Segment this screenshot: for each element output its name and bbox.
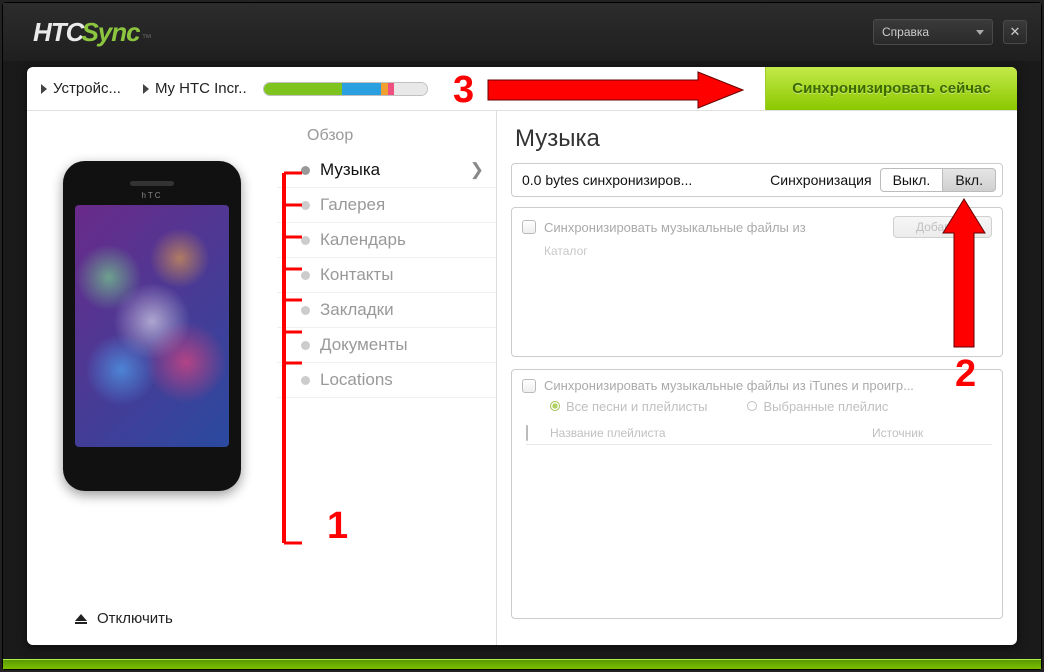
storage-bar bbox=[263, 82, 428, 96]
close-button[interactable]: ✕ bbox=[1003, 20, 1027, 44]
chevron-right-icon bbox=[41, 84, 47, 94]
nav-item-закладки[interactable]: Закладки bbox=[277, 293, 496, 328]
bullet-icon bbox=[301, 376, 310, 385]
radio-icon bbox=[550, 401, 560, 411]
eject-icon bbox=[75, 614, 87, 624]
sync-label: Синхронизация bbox=[770, 172, 871, 188]
disconnect-button[interactable]: Отключить bbox=[75, 594, 173, 645]
breadcrumb-item-2[interactable]: My HTC Incr.. bbox=[129, 80, 255, 97]
sync-toggle-off[interactable]: Выкл. bbox=[880, 168, 944, 192]
add-button[interactable]: Добавить bbox=[893, 216, 992, 238]
bullet-icon bbox=[301, 236, 310, 245]
breadcrumb: Устройс... My HTC Incr.. bbox=[27, 67, 255, 110]
nav-item-label: Контакты bbox=[320, 265, 393, 285]
nav-item-контакты[interactable]: Контакты bbox=[277, 258, 496, 293]
nav-item-label: Календарь bbox=[320, 230, 406, 250]
storage-segment bbox=[394, 83, 427, 95]
status-text: 0.0 bytes синхронизиров... bbox=[522, 172, 762, 188]
help-label: Справка bbox=[882, 25, 929, 39]
bullet-icon bbox=[301, 341, 310, 350]
sync-toggle-on[interactable]: Вкл. bbox=[943, 168, 996, 192]
content-panel: Музыка 0.0 bytes синхронизиров... Синхро… bbox=[497, 111, 1017, 645]
nav-item-locations[interactable]: Locations bbox=[277, 363, 496, 398]
help-menu[interactable]: Справка bbox=[873, 19, 993, 45]
catalog-label: Каталог bbox=[544, 244, 992, 258]
nav-item-label: Закладки bbox=[320, 300, 394, 320]
close-icon: ✕ bbox=[1010, 24, 1021, 40]
nav-item-календарь[interactable]: Календарь bbox=[277, 223, 496, 258]
radio-selected-playlists[interactable]: Выбранные плейлис bbox=[747, 399, 888, 414]
nav-item-документы[interactable]: Документы bbox=[277, 328, 496, 363]
overview-label[interactable]: Обзор bbox=[277, 119, 496, 153]
sync-itunes-checkbox[interactable] bbox=[522, 379, 536, 393]
sync-now-button[interactable]: Синхронизировать сейчас bbox=[765, 67, 1017, 110]
left-panel: hTC Обзор Музыка ❯ Галерея Календарь Контакт… bbox=[27, 111, 497, 645]
radio-all-songs[interactable]: Все песни и плейлисты bbox=[550, 399, 707, 414]
radio-icon bbox=[747, 401, 757, 411]
phone-image: hTC bbox=[63, 161, 241, 491]
bullet-icon bbox=[301, 271, 310, 280]
content-title: Музыка bbox=[511, 121, 1003, 163]
brand-htc: HTC bbox=[33, 17, 83, 48]
bullet-icon bbox=[301, 306, 310, 315]
breadcrumb-item-1[interactable]: Устройс... bbox=[27, 80, 129, 97]
top-bar: Устройс... My HTC Incr.. Синхронизироват… bbox=[27, 67, 1017, 111]
col-playlist-name: Название плейлиста bbox=[550, 426, 872, 440]
nav-item-label: Музыка bbox=[320, 160, 380, 180]
bullet-icon bbox=[301, 201, 310, 210]
status-row: 0.0 bytes синхронизиров... Синхронизация… bbox=[511, 163, 1003, 197]
nav-item-label: Locations bbox=[320, 370, 393, 390]
sync-files-checkbox[interactable] bbox=[522, 220, 536, 234]
select-all-checkbox[interactable] bbox=[526, 425, 528, 441]
main-window: Устройс... My HTC Incr.. Синхронизироват… bbox=[27, 67, 1017, 645]
brand-logo: HTC Sync ™ bbox=[33, 17, 152, 48]
brand-sync: Sync bbox=[81, 17, 139, 48]
sync-files-section: Синхронизировать музыкальные файлы из До… bbox=[511, 207, 1003, 357]
chevron-down-icon bbox=[976, 30, 984, 35]
nav-list: Обзор Музыка ❯ Галерея Календарь Контакты Зак… bbox=[277, 111, 496, 594]
playlist-table-body bbox=[522, 445, 992, 605]
device-preview: hTC bbox=[27, 111, 277, 594]
chevron-right-icon: ❯ bbox=[470, 160, 484, 180]
nav-item-галерея[interactable]: Галерея bbox=[277, 188, 496, 223]
storage-segment bbox=[342, 83, 381, 95]
chevron-right-icon bbox=[143, 84, 149, 94]
title-bar: HTC Sync ™ Справка ✕ bbox=[3, 3, 1041, 61]
brand-tm: ™ bbox=[142, 33, 152, 44]
col-source: Источник bbox=[872, 426, 992, 440]
playlist-table-header: Название плейлиста Источник bbox=[526, 422, 992, 445]
nav-item-музыка[interactable]: Музыка ❯ bbox=[277, 153, 496, 188]
storage-segment bbox=[264, 83, 342, 95]
nav-item-label: Документы bbox=[320, 335, 408, 355]
bullet-icon bbox=[301, 166, 310, 175]
nav-item-label: Галерея bbox=[320, 195, 385, 215]
sync-files-label: Синхронизировать музыкальные файлы из bbox=[544, 220, 806, 235]
sync-itunes-section: Синхронизировать музыкальные файлы из iT… bbox=[511, 369, 1003, 619]
sync-itunes-label: Синхронизировать музыкальные файлы из iT… bbox=[544, 378, 992, 393]
